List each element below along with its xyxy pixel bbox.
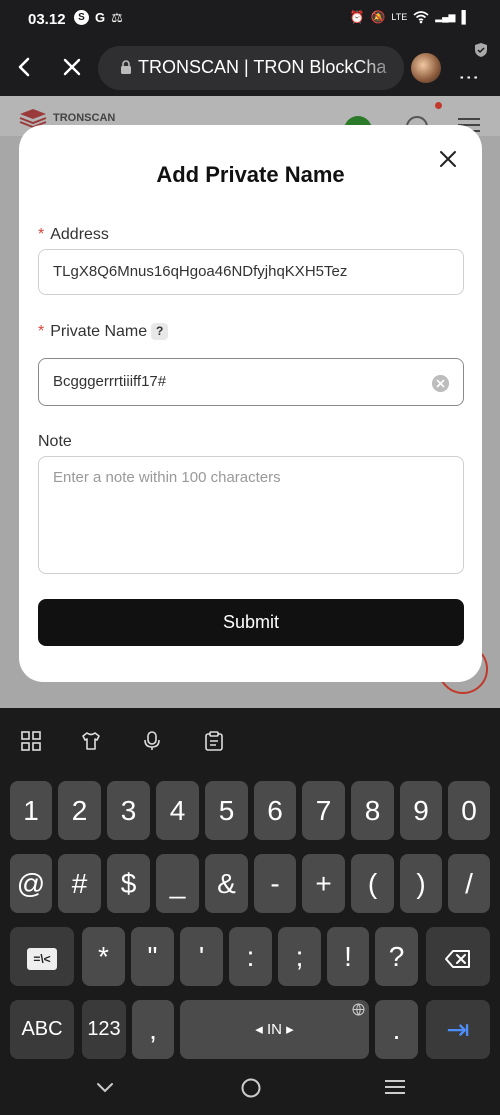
key-underscore[interactable]: _	[156, 854, 199, 913]
nav-recents-icon[interactable]	[384, 1077, 406, 1097]
nav-hide-keyboard-icon[interactable]	[95, 1077, 115, 1097]
status-time: 03.12	[28, 11, 66, 28]
key-close-paren[interactable]: )	[400, 854, 442, 913]
space-bar[interactable]: ◂ IN ▸	[180, 1000, 369, 1059]
address-bar[interactable]: TRONSCAN | TRON BlockCha	[98, 46, 404, 90]
nav-home-icon[interactable]	[240, 1077, 262, 1099]
status-system-icons: ⏰ 🔕 LTE ▂▄▆ ▌	[350, 10, 471, 24]
signal-icon: ▂▄▆	[435, 11, 456, 22]
note-input[interactable]	[53, 469, 453, 563]
space-language-label: ◂ IN ▸	[255, 1021, 294, 1038]
help-icon[interactable]: ?	[151, 323, 169, 340]
tab-key[interactable]: ⇥	[426, 1000, 490, 1059]
clear-input-icon[interactable]	[432, 375, 449, 392]
status-bar: 03.12 S G ⚖ ⏰ 🔕 LTE ▂▄▆ ▌	[0, 0, 500, 40]
status-notification-icons: S G ⚖	[74, 10, 123, 26]
key-period[interactable]: .	[375, 1000, 418, 1059]
mute-icon: 🔕	[370, 10, 386, 24]
numbers-key[interactable]: 123	[82, 1000, 126, 1059]
close-tab-icon[interactable]	[60, 53, 84, 81]
backspace-icon	[445, 949, 470, 968]
key-plus[interactable]: +	[302, 854, 345, 913]
notification-google-icon: G	[95, 10, 106, 25]
note-label: Note	[38, 433, 72, 450]
key-3[interactable]: 3	[107, 781, 150, 840]
key-single-quote[interactable]: '	[180, 927, 223, 986]
private-name-input[interactable]	[53, 373, 423, 390]
profile-avatar[interactable]	[411, 53, 441, 83]
key-double-quote[interactable]: "	[131, 927, 174, 986]
wifi-icon	[413, 11, 429, 24]
key-slash[interactable]: /	[448, 854, 490, 913]
soft-keyboard: 1 2 3 4 5 6 7 8 9 0 @ # $ _ & - + ( ) / …	[0, 708, 500, 1061]
key-dollar[interactable]: $	[107, 854, 150, 913]
abc-key[interactable]: ABC	[10, 1000, 74, 1059]
site-name: TRONSCAN	[53, 112, 116, 124]
globe-icon	[352, 1003, 365, 1016]
lock-icon	[121, 60, 131, 74]
notification-s-icon: S	[74, 10, 89, 25]
notification-dot	[435, 102, 442, 109]
clipboard-icon[interactable]	[203, 730, 225, 752]
backspace-key[interactable]	[426, 927, 490, 986]
system-navigation-bar	[0, 1061, 500, 1115]
key-8[interactable]: 8	[351, 781, 394, 840]
notification-app-icon: ⚖	[111, 10, 123, 25]
key-2[interactable]: 2	[58, 781, 101, 840]
private-name-label: * Private Name?	[38, 323, 169, 341]
key-0[interactable]: 0	[448, 781, 490, 840]
key-9[interactable]: 9	[400, 781, 442, 840]
key-minus[interactable]: -	[254, 854, 296, 913]
key-at[interactable]: @	[10, 854, 52, 913]
required-mark: *	[38, 226, 45, 243]
key-ampersand[interactable]: &	[205, 854, 248, 913]
symbols-page-key[interactable]: =\<	[10, 927, 74, 986]
address-input[interactable]	[53, 263, 453, 280]
key-open-paren[interactable]: (	[351, 854, 394, 913]
add-private-name-dialog: Add Private Name *Address *Private Name?…	[19, 125, 482, 682]
back-icon[interactable]	[12, 53, 38, 81]
key-question[interactable]: ?	[375, 927, 418, 986]
theme-shirt-icon[interactable]	[80, 730, 102, 752]
url-text: TRONSCAN | TRON BlockCha	[138, 57, 387, 77]
close-icon[interactable]	[438, 149, 458, 169]
microphone-icon[interactable]	[141, 730, 163, 752]
key-1[interactable]: 1	[10, 781, 52, 840]
required-mark: *	[38, 323, 45, 340]
browser-menu-icon[interactable]: ⋮	[457, 68, 482, 90]
key-exclamation[interactable]: !	[327, 927, 369, 986]
address-label: * Address	[38, 226, 109, 243]
shield-icon	[475, 43, 487, 57]
key-comma[interactable]: ,	[132, 1000, 174, 1059]
apps-grid-icon[interactable]	[20, 730, 42, 752]
lte-icon: LTE	[391, 12, 408, 22]
key-colon[interactable]: :	[229, 927, 272, 986]
dialog-title: Add Private Name	[156, 162, 345, 187]
key-7[interactable]: 7	[302, 781, 345, 840]
battery-icon: ▌	[461, 10, 470, 24]
keyboard-toolbar	[0, 708, 500, 770]
browser-toolbar: TRONSCAN | TRON BlockCha ⋮	[0, 40, 500, 96]
key-hash[interactable]: #	[58, 854, 101, 913]
key-4[interactable]: 4	[156, 781, 199, 840]
submit-button[interactable]: Submit	[38, 599, 464, 646]
key-6[interactable]: 6	[254, 781, 296, 840]
private-name-field[interactable]	[38, 358, 464, 406]
alarm-icon: ⏰	[349, 10, 365, 24]
key-semicolon[interactable]: ;	[278, 927, 321, 986]
address-field[interactable]	[38, 249, 464, 295]
note-field[interactable]	[38, 456, 464, 574]
key-asterisk[interactable]: *	[82, 927, 125, 986]
key-5[interactable]: 5	[205, 781, 248, 840]
